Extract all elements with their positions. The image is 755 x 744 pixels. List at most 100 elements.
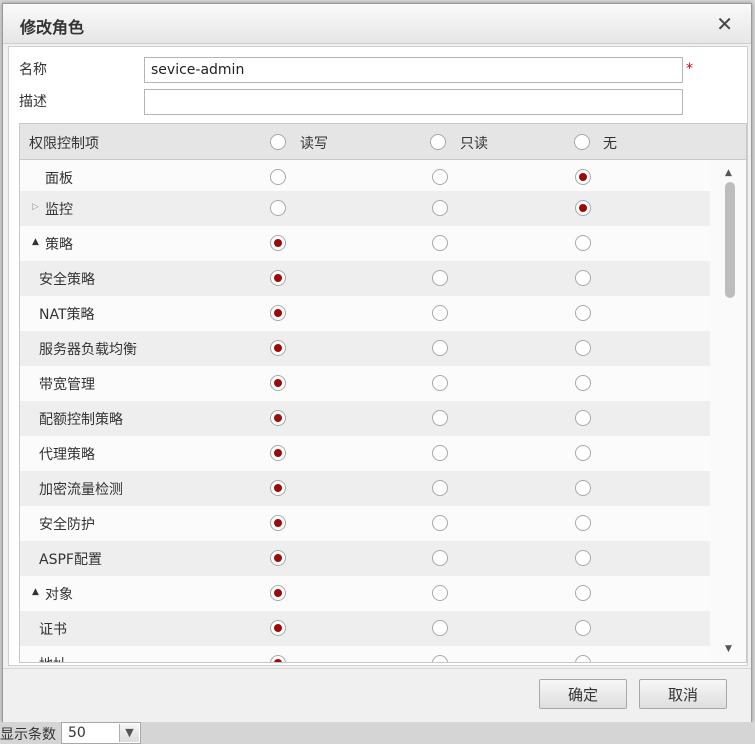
page-size-value: 50 xyxy=(68,725,86,741)
permission-row: NAT策略 xyxy=(20,296,710,331)
radio-read-write[interactable] xyxy=(270,585,286,601)
radio-read-write[interactable] xyxy=(270,375,286,391)
permission-row-label: ASPF配置 xyxy=(39,552,102,568)
radio-read-only[interactable] xyxy=(432,270,448,286)
description-input[interactable] xyxy=(144,89,683,115)
expanded-triangle-icon[interactable]: ▲ xyxy=(32,237,39,247)
radio-read-only[interactable] xyxy=(432,375,448,391)
dialog-title: 修改角色 xyxy=(20,18,85,37)
radio-none[interactable] xyxy=(575,270,591,286)
chevron-down-icon[interactable]: ▼ xyxy=(119,724,139,742)
name-input[interactable] xyxy=(144,57,683,83)
radio-none[interactable] xyxy=(575,515,591,531)
radio-read-write[interactable] xyxy=(270,655,286,662)
radio-read-write[interactable] xyxy=(270,445,286,461)
header-radio-read-only[interactable] xyxy=(430,134,446,150)
radio-read-write[interactable] xyxy=(270,550,286,566)
radio-read-only[interactable] xyxy=(432,550,448,566)
dialog-titlebar: 修改角色 ✕ xyxy=(3,4,751,44)
permission-row: 面板 xyxy=(20,160,710,195)
permission-row-label: 证书 xyxy=(39,622,67,638)
radio-none[interactable] xyxy=(575,305,591,321)
radio-read-write[interactable] xyxy=(270,235,286,251)
permission-row: 代理策略 xyxy=(20,436,710,471)
permission-row-label: 带宽管理 xyxy=(39,377,95,393)
radio-none[interactable] xyxy=(575,169,591,185)
radio-read-write[interactable] xyxy=(270,340,286,356)
radio-none[interactable] xyxy=(575,480,591,496)
scroll-down-icon[interactable]: ▼ xyxy=(725,644,732,654)
radio-none[interactable] xyxy=(575,620,591,636)
permission-row-label: 配额控制策略 xyxy=(39,412,123,428)
vertical-scrollbar[interactable]: ▲ ▼ xyxy=(711,160,746,662)
permission-row: 带宽管理 xyxy=(20,366,710,401)
radio-read-write[interactable] xyxy=(270,620,286,636)
close-icon[interactable]: ✕ xyxy=(716,12,733,36)
dialog-footer: 确定 取消 xyxy=(3,668,751,722)
radio-read-write[interactable] xyxy=(270,305,286,321)
permission-row: 服务器负载均衡 xyxy=(20,331,710,366)
radio-read-only[interactable] xyxy=(432,620,448,636)
column-read-only: 只读 xyxy=(460,136,488,152)
radio-read-write[interactable] xyxy=(270,515,286,531)
radio-none[interactable] xyxy=(575,340,591,356)
radio-read-only[interactable] xyxy=(432,200,448,216)
permission-row: 加密流量检测 xyxy=(20,471,710,506)
radio-read-only[interactable] xyxy=(432,655,448,662)
radio-read-only[interactable] xyxy=(432,445,448,461)
header-radio-none[interactable] xyxy=(574,134,590,150)
permission-row-label: 面板 xyxy=(45,171,73,187)
header-radio-read-write[interactable] xyxy=(270,134,286,150)
permission-row-label: 代理策略 xyxy=(39,447,95,463)
permission-row-label: 对象 xyxy=(45,587,73,603)
page-size-select[interactable]: 50 ▼ xyxy=(61,722,141,744)
radio-read-only[interactable] xyxy=(432,340,448,356)
scrollbar-thumb[interactable] xyxy=(725,182,735,298)
permission-row: 安全防护 xyxy=(20,506,710,541)
permission-row: ▲ 策略 xyxy=(20,226,710,261)
radio-none[interactable] xyxy=(575,375,591,391)
column-none: 无 xyxy=(603,136,617,152)
radio-none[interactable] xyxy=(575,550,591,566)
permission-row-label: 加密流量检测 xyxy=(39,482,123,498)
radio-read-only[interactable] xyxy=(432,305,448,321)
permission-row-label: 安全防护 xyxy=(39,517,95,533)
permission-row: ASPF配置 xyxy=(20,541,710,576)
permission-row: ▲ 对象 xyxy=(20,576,710,611)
radio-read-write[interactable] xyxy=(270,270,286,286)
permission-row-label: 地址 xyxy=(39,654,67,662)
ok-button[interactable]: 确定 xyxy=(539,679,627,709)
radio-read-only[interactable] xyxy=(432,585,448,601)
name-label: 名称 xyxy=(19,62,47,78)
permission-row: 配额控制策略 xyxy=(20,401,710,436)
radio-read-only[interactable] xyxy=(432,169,448,185)
permission-control-header: 权限控制项 xyxy=(29,136,99,152)
edit-role-dialog: 修改角色 ✕ 名称 * 描述 权限控制项 读写 只读 无 面板 ▷ 监控 ▲ 策略安全策… xyxy=(2,3,752,722)
radio-read-only[interactable] xyxy=(432,410,448,426)
radio-none[interactable] xyxy=(575,655,591,662)
radio-read-write[interactable] xyxy=(270,480,286,496)
page-size-label: 显示条数 xyxy=(0,727,56,743)
radio-read-write[interactable] xyxy=(270,410,286,426)
radio-read-only[interactable] xyxy=(432,235,448,251)
radio-read-only[interactable] xyxy=(432,480,448,496)
radio-read-only[interactable] xyxy=(432,515,448,531)
collapsed-triangle-icon[interactable]: ▷ xyxy=(32,202,39,212)
description-label: 描述 xyxy=(19,94,47,110)
cancel-button[interactable]: 取消 xyxy=(639,679,727,709)
permission-row-label: NAT策略 xyxy=(39,307,95,323)
permission-rows: 面板 ▷ 监控 ▲ 策略 安全策略 NAT策略 服务器负载均衡 带宽管理 配额控制策略 代理策略 加密… xyxy=(20,160,710,662)
radio-none[interactable] xyxy=(575,200,591,216)
radio-read-write[interactable] xyxy=(270,200,286,216)
radio-none[interactable] xyxy=(575,585,591,601)
radio-none[interactable] xyxy=(575,235,591,251)
radio-none[interactable] xyxy=(575,445,591,461)
required-mark: * xyxy=(686,61,693,77)
scroll-up-icon[interactable]: ▲ xyxy=(725,168,732,178)
permission-row: 证书 xyxy=(20,611,710,646)
permission-table: 权限控制项 读写 只读 无 面板 ▷ 监控 ▲ 策略 安全策略 NAT策略 服务器负载均衡 带宽… xyxy=(19,123,747,663)
radio-none[interactable] xyxy=(575,410,591,426)
permission-row: ▷ 监控 xyxy=(20,191,710,226)
expanded-triangle-icon[interactable]: ▲ xyxy=(32,587,39,597)
radio-read-write[interactable] xyxy=(270,169,286,185)
